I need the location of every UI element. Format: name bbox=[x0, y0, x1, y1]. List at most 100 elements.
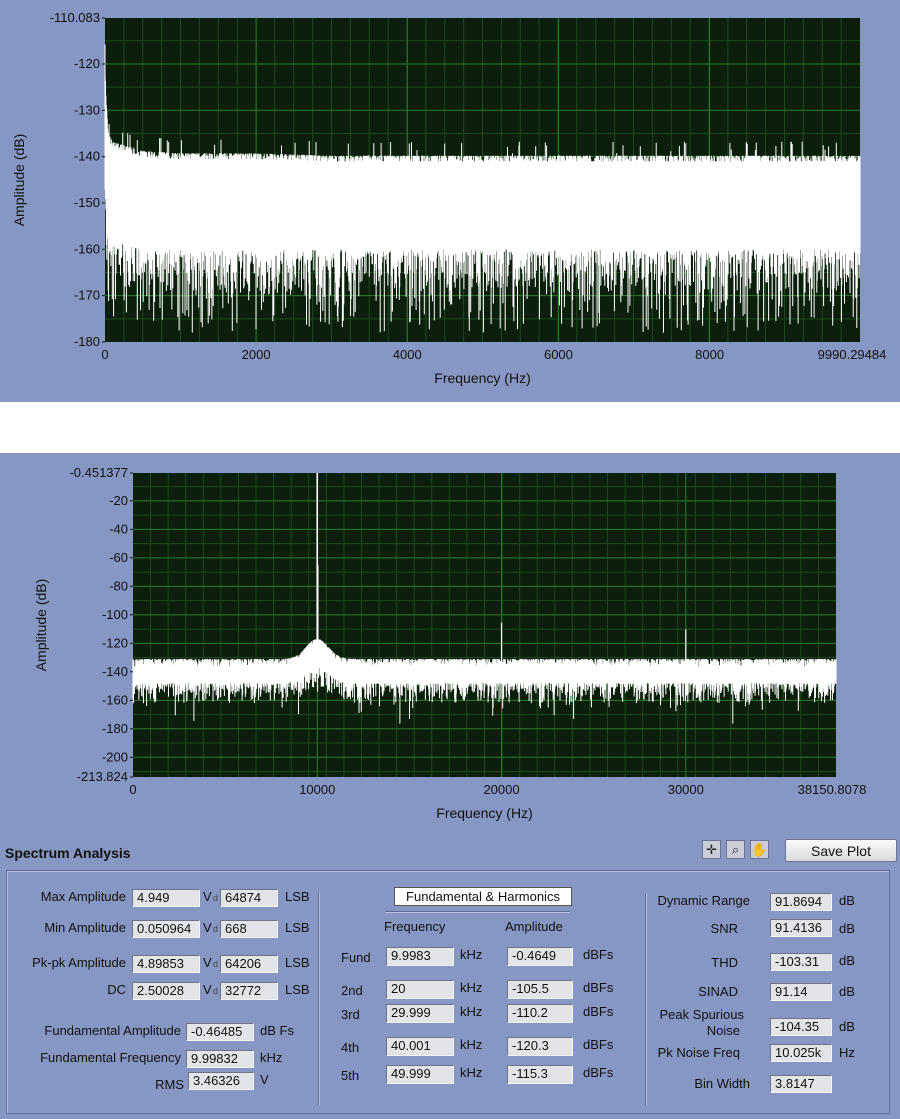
x-tick-label: 8000 bbox=[695, 347, 724, 362]
x-tick-label: 38150.8078 bbox=[798, 782, 867, 797]
left-row-label: Max Amplitude bbox=[40, 889, 126, 904]
numeric-radix-icon: d bbox=[213, 924, 219, 934]
fund-freq-unit: kHz bbox=[260, 1050, 283, 1065]
y-tick-label: -150 bbox=[74, 195, 100, 210]
left-row-lsb-unit: LSB bbox=[285, 955, 310, 970]
fund-amp-label: Fundamental Amplitude bbox=[44, 1023, 181, 1038]
y-axis-title: Amplitude (dB) bbox=[11, 134, 27, 227]
left-row-lsb: 668 bbox=[220, 920, 278, 938]
harmonic-amp-unit: dBFs bbox=[583, 1037, 614, 1052]
divider-left bbox=[318, 893, 320, 1105]
y-tick-label: -140 bbox=[102, 664, 128, 679]
harmonic-frequency: 40.001 bbox=[386, 1037, 454, 1056]
peak-spurious-label: Peak Spurious bbox=[659, 1007, 744, 1022]
pk-noise-freq-label: Pk Noise Freq bbox=[657, 1045, 740, 1060]
y-tick-label: -200 bbox=[102, 749, 128, 764]
bin-width-label: Bin Width bbox=[694, 1076, 750, 1091]
harmonic-label: 2nd bbox=[341, 983, 363, 998]
sinad-label: SINAD bbox=[698, 984, 738, 999]
zoom-tool-button[interactable]: ⌕ bbox=[726, 840, 745, 859]
x-axis-title: Frequency (Hz) bbox=[436, 805, 532, 821]
y-tick-label: -170 bbox=[74, 288, 100, 303]
fund-amp-unit: dB Fs bbox=[260, 1023, 294, 1038]
y-tick-label: -40 bbox=[109, 521, 128, 536]
left-row-lsb: 64206 bbox=[220, 955, 278, 973]
x-axis-title: Frequency (Hz) bbox=[434, 370, 530, 386]
left-row-volts: 2.50028 bbox=[132, 982, 200, 1000]
left-row-volts: 0.050964 bbox=[132, 920, 200, 938]
harmonic-amp-unit: dBFs bbox=[583, 980, 614, 995]
snr-label: SNR bbox=[710, 921, 738, 936]
save-plot-button[interactable]: Save Plot bbox=[785, 839, 897, 862]
y-tick-label: -100 bbox=[102, 607, 128, 622]
harmonic-freq-unit: kHz bbox=[460, 980, 483, 995]
y-tick-label: -160 bbox=[102, 692, 128, 707]
harmonic-frequency: 9.9983 bbox=[386, 947, 454, 966]
harmonic-frequency: 29.999 bbox=[386, 1004, 454, 1023]
top-spectrum-graph[interactable]: 0 2000 4000 6000 8000 9990.29484 -110.083 -120 -… bbox=[0, 0, 900, 402]
rms-unit: V bbox=[260, 1072, 269, 1087]
left-row-lsb: 32772 bbox=[220, 982, 278, 1000]
harmonic-amplitude: -120.3 bbox=[507, 1037, 573, 1056]
numeric-radix-icon: d bbox=[213, 986, 219, 996]
crosshair-tool-button[interactable]: ✛ bbox=[702, 840, 721, 859]
harmonics-title: Fundamental & Harmonics bbox=[394, 887, 572, 906]
harmonic-freq-unit: kHz bbox=[460, 947, 483, 962]
left-row-lsb-unit: LSB bbox=[285, 889, 310, 904]
left-row-volt-unit: V bbox=[203, 982, 212, 997]
harmonic-amp-unit: dBFs bbox=[583, 947, 614, 962]
sinad-value: 91.14 bbox=[770, 983, 832, 1001]
amplitude-header: Amplitude bbox=[505, 919, 563, 934]
thd-label: THD bbox=[711, 955, 738, 970]
bin-width-value: 3.8147 bbox=[770, 1075, 832, 1093]
numeric-radix-icon: d bbox=[213, 959, 219, 969]
zoom-icon: ⌕ bbox=[731, 842, 740, 857]
harmonic-label: Fund bbox=[341, 950, 371, 965]
x-tick-label: 0 bbox=[101, 347, 108, 362]
fund-freq-value: 9.99832 bbox=[186, 1050, 254, 1068]
harmonic-label: 4th bbox=[341, 1040, 360, 1055]
snr-unit: dB bbox=[839, 921, 855, 936]
hand-icon: ✋ bbox=[751, 842, 768, 857]
left-row-lsb-unit: LSB bbox=[285, 982, 310, 997]
y-tick-label: -180 bbox=[74, 334, 100, 349]
left-row-lsb: 64874 bbox=[220, 889, 278, 907]
harmonic-freq-unit: kHz bbox=[460, 1004, 483, 1019]
x-tick-label: 30000 bbox=[668, 782, 704, 797]
x-tick-label: 6000 bbox=[544, 347, 573, 362]
bottom-spectrum-graph[interactable]: 0 10000 20000 30000 38150.8078 -0.451377 -20 -4… bbox=[0, 453, 900, 833]
harmonic-amplitude: -110.2 bbox=[507, 1004, 573, 1023]
harmonic-amplitude: -115.3 bbox=[507, 1065, 573, 1084]
numeric-radix-icon: d bbox=[213, 893, 219, 903]
rms-value: 3.46326 bbox=[188, 1072, 254, 1090]
x-tick-label: 0 bbox=[129, 782, 136, 797]
x-tick-label: 2000 bbox=[242, 347, 271, 362]
left-row-volt-unit: V bbox=[203, 955, 212, 970]
left-row-lsb-unit: LSB bbox=[285, 920, 310, 935]
frequency-header: Frequency bbox=[384, 919, 446, 934]
peak-spurious-label-2: Noise bbox=[706, 1023, 740, 1038]
y-tick-label: -140 bbox=[74, 149, 100, 164]
y-axis-title: Amplitude (dB) bbox=[33, 579, 49, 672]
y-tick-label: -80 bbox=[109, 578, 128, 593]
dynamic-range-value: 91.8694 bbox=[770, 893, 832, 911]
y-tick-label: -120 bbox=[102, 635, 128, 650]
left-row-volt-unit: V bbox=[203, 920, 212, 935]
bottom-spectrum-panel: 0 10000 20000 30000 38150.8078 -0.451377 -20 -4… bbox=[0, 453, 900, 1119]
left-row-label: Min Amplitude bbox=[44, 920, 126, 935]
y-tick-label: -180 bbox=[102, 721, 128, 736]
harmonic-freq-unit: kHz bbox=[460, 1065, 483, 1080]
y-tick-label: -60 bbox=[109, 550, 128, 565]
sinad-unit: dB bbox=[839, 984, 855, 999]
y-tick-label: -120 bbox=[74, 56, 100, 71]
x-tick-label: 4000 bbox=[393, 347, 422, 362]
harmonic-label: 3rd bbox=[341, 1007, 360, 1022]
left-row-volt-unit: V bbox=[203, 889, 212, 904]
y-tick-label: -213.824 bbox=[77, 769, 128, 784]
left-row-volts: 4.89853 bbox=[132, 955, 200, 973]
fund-freq-label: Fundamental Frequency bbox=[40, 1050, 181, 1065]
harmonic-amp-unit: dBFs bbox=[583, 1065, 614, 1080]
y-tick-label: -110.083 bbox=[50, 10, 100, 25]
dynamic-range-label: Dynamic Range bbox=[657, 893, 751, 908]
pan-tool-button[interactable]: ✋ bbox=[750, 840, 769, 859]
